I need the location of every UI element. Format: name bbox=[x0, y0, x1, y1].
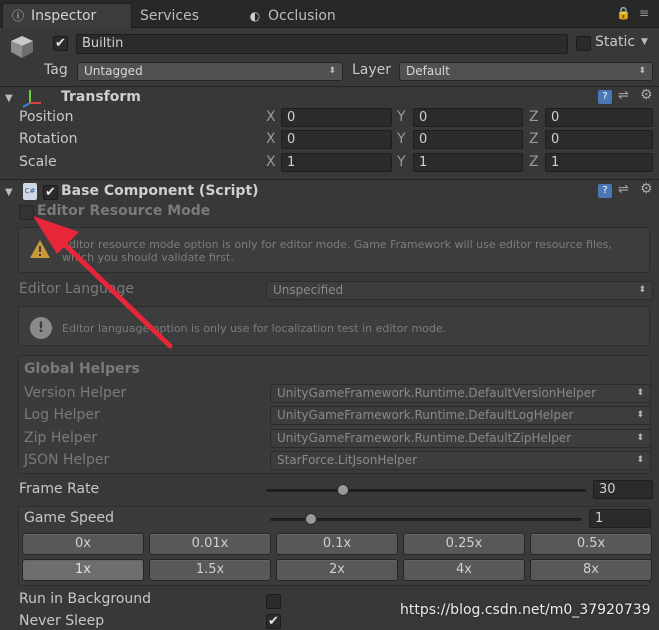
annotation-arrow bbox=[33, 216, 173, 349]
